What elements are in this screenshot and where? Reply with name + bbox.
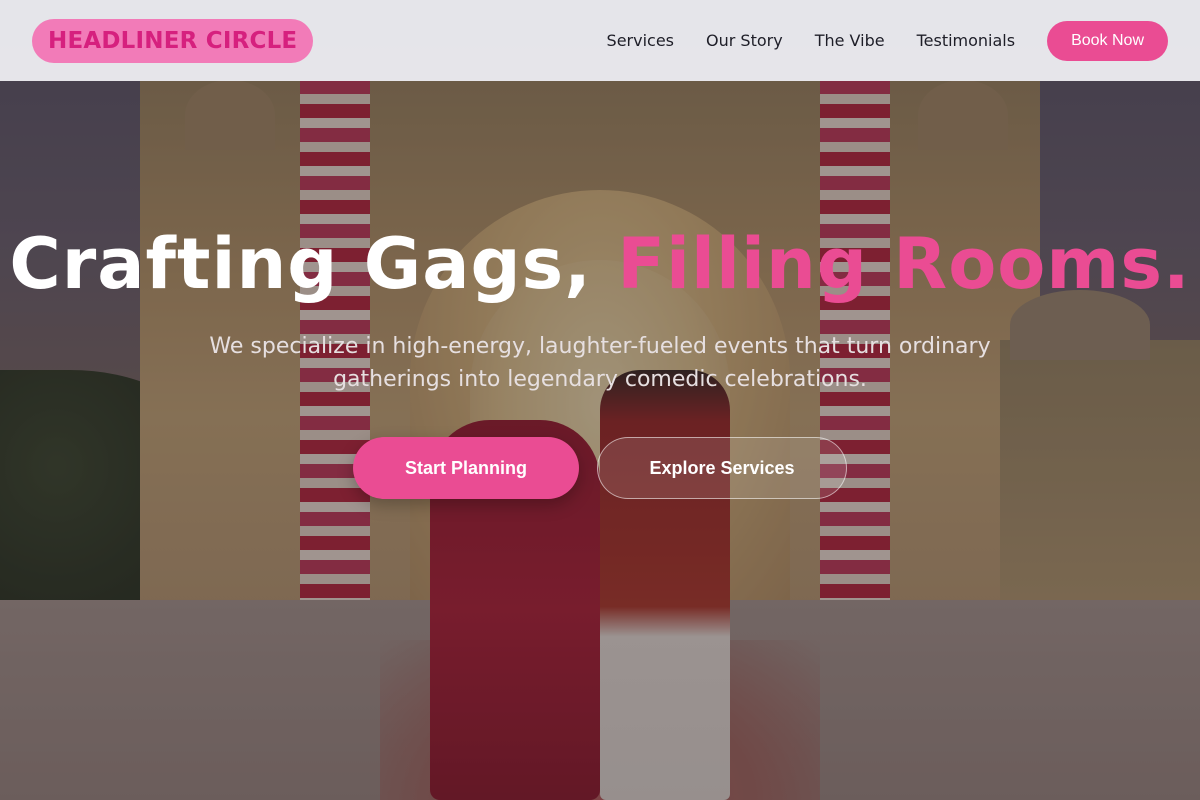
hero-subtitle: We specialize in high-energy, laughter-f… bbox=[209, 334, 991, 392]
nav-link-services[interactable]: Services bbox=[607, 31, 674, 50]
hero-cta-row: Start Planning Explore Services bbox=[0, 437, 1200, 499]
start-planning-button[interactable]: Start Planning bbox=[353, 437, 579, 499]
main-nav: Services Our Story The Vibe Testimonials… bbox=[607, 20, 1168, 61]
brand-logo[interactable]: HEADLINER CIRCLE bbox=[32, 18, 314, 63]
nav-link-the-vibe[interactable]: The Vibe bbox=[815, 31, 885, 50]
nav-link-our-story[interactable]: Our Story bbox=[706, 31, 783, 50]
headline-main: Crafting Gags, bbox=[9, 223, 592, 305]
book-now-button[interactable]: Book Now bbox=[1047, 20, 1168, 61]
hero-headline: Crafting Gags, Filling Rooms. bbox=[0, 228, 1200, 300]
hero-section: Crafting Gags, Filling Rooms. We special… bbox=[0, 228, 1200, 499]
nav-link-testimonials[interactable]: Testimonials bbox=[917, 31, 1016, 50]
explore-services-button[interactable]: Explore Services bbox=[597, 437, 847, 499]
headline-accent: Filling Rooms. bbox=[617, 223, 1191, 305]
site-header: HEADLINER CIRCLE Services Our Story The … bbox=[0, 0, 1200, 81]
